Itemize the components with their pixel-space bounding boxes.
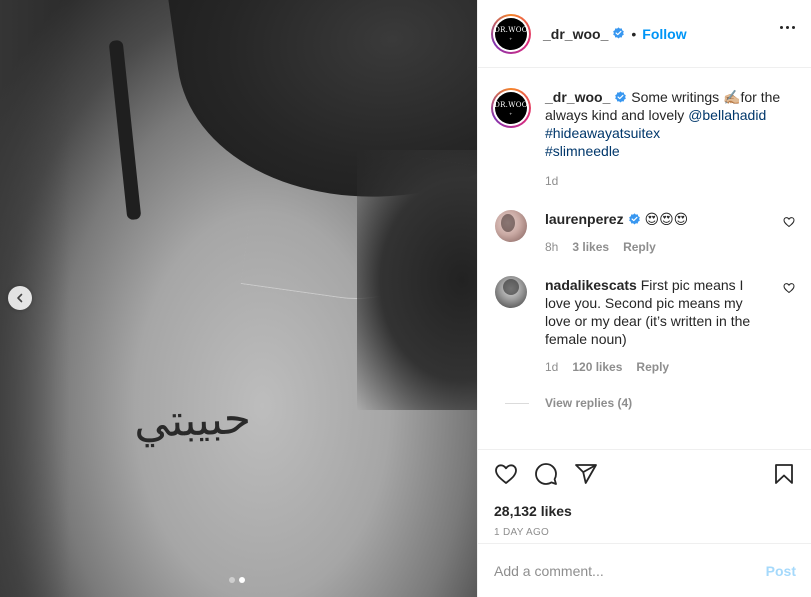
post-photo[interactable]: حبيبتي (0, 0, 477, 597)
avatar-logo-text: DR.WOO (494, 26, 528, 34)
likes-count[interactable]: 28,132 likes (494, 503, 796, 519)
comment-content: 😍😍😍 (640, 211, 689, 227)
more-options-button[interactable] (780, 26, 795, 29)
comments-section[interactable]: DR.WOO + _dr_woo_ Some writings ✍🏼for th… (478, 68, 811, 449)
commenter-username[interactable]: nadalikescats (545, 277, 637, 293)
post-comment-button[interactable]: Post (766, 563, 796, 579)
post-date[interactable]: 1 DAY AGO (494, 527, 796, 538)
view-replies-label: View replies (4) (545, 396, 633, 410)
more-icon (780, 26, 783, 29)
mention-link[interactable]: @bellahadid (688, 107, 766, 123)
comment-meta: 1d 120 likes Reply (545, 360, 757, 374)
hashtag-link-1[interactable]: #hideawayatsuitex (545, 125, 660, 141)
tattoo-lettering: حبيبتي (133, 392, 252, 449)
verified-badge-icon (615, 91, 627, 103)
carousel-dot-2 (239, 577, 245, 583)
carousel-indicator (229, 577, 245, 583)
action-icons (494, 460, 796, 488)
header-separator: • (631, 25, 637, 42)
comment-likes[interactable]: 3 likes (572, 240, 609, 254)
reply-button[interactable]: Reply (623, 240, 656, 254)
comment-composer: Post (478, 543, 811, 597)
caption-text: _dr_woo_ Some writings ✍🏼for the always … (545, 88, 793, 160)
chevron-left-icon (17, 293, 23, 303)
heart-icon[interactable] (494, 462, 518, 486)
caption-avatar-text: DR.WOO (494, 100, 528, 109)
instagram-post-view: حبيبتي DR.WOO + _dr_woo_ • Follow DR.WOO… (0, 0, 811, 597)
comment-likes[interactable]: 120 likes (572, 360, 622, 374)
comment-item: nadalikescats First pic means I love you… (491, 276, 795, 410)
avatar-logo: DR.WOO + (494, 17, 528, 50)
comment-input[interactable] (494, 562, 766, 579)
post-side-panel: DR.WOO + _dr_woo_ • Follow DR.WOO + _dr_… (477, 0, 811, 597)
caption: DR.WOO + _dr_woo_ Some writings ✍🏼for th… (491, 88, 795, 188)
like-comment-heart-icon[interactable] (783, 282, 795, 294)
caption-avatar-mark: + (509, 110, 513, 116)
author-username[interactable]: _dr_woo_ (543, 26, 608, 42)
share-icon[interactable] (574, 462, 598, 486)
comment-icon[interactable] (534, 462, 558, 486)
post-actions: 28,132 likes 1 DAY AGO (478, 449, 811, 538)
reply-button[interactable]: Reply (636, 360, 669, 374)
caption-timestamp[interactable]: 1d (545, 174, 558, 188)
comment-body: nadalikescats First pic means I love you… (505, 276, 757, 410)
comment-text: nadalikescats First pic means I love you… (545, 276, 757, 348)
follow-button[interactable]: Follow (642, 26, 686, 42)
comment-timestamp[interactable]: 8h (545, 240, 558, 254)
previous-photo-button[interactable] (8, 286, 32, 310)
comment-timestamp[interactable]: 1d (545, 360, 558, 374)
caption-body: _dr_woo_ Some writings ✍🏼for the always … (545, 88, 793, 188)
carousel-dot-1 (229, 577, 235, 583)
caption-username[interactable]: _dr_woo_ (545, 89, 610, 105)
avatar-inner: DR.WOO + (493, 15, 529, 52)
comment-meta: 8h 3 likes Reply (545, 240, 775, 254)
comment-text: laurenperez 😍😍😍 (545, 210, 775, 228)
bookmark-icon[interactable] (772, 462, 796, 486)
author-avatar[interactable]: DR.WOO + (491, 13, 531, 54)
post-header: DR.WOO + _dr_woo_ • Follow (478, 0, 811, 68)
caption-meta: 1d (545, 174, 793, 188)
commenter-avatar[interactable] (495, 276, 527, 308)
commenter-username[interactable]: laurenperez (545, 211, 624, 227)
comment-body: laurenperez 😍😍😍 8h 3 likes Reply (545, 210, 775, 254)
verified-badge-icon (613, 27, 625, 39)
view-replies-button[interactable]: View replies (4) (505, 396, 757, 410)
photo-strap (108, 39, 142, 221)
verified-badge-icon (628, 213, 640, 225)
replies-divider (505, 402, 529, 404)
comment-item: laurenperez 😍😍😍 8h 3 likes Reply (491, 210, 795, 254)
caption-avatar[interactable]: DR.WOO + (491, 88, 531, 128)
like-comment-heart-icon[interactable] (783, 216, 795, 228)
hashtag-link-2[interactable]: #slimneedle (545, 143, 620, 159)
photo-dress (357, 150, 477, 410)
avatar-logo-mark: + (509, 36, 513, 41)
commenter-avatar[interactable] (495, 210, 527, 242)
